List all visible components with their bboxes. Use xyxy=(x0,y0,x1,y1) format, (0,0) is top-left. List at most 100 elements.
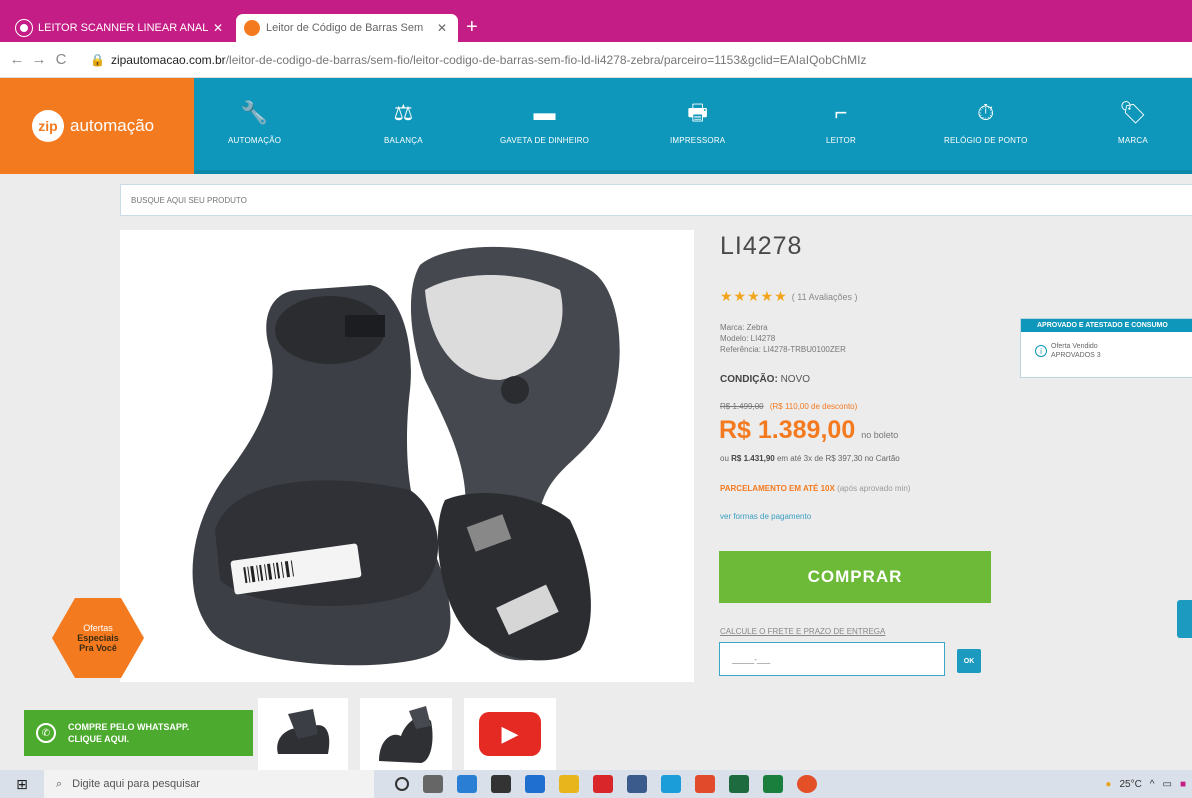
temperature[interactable]: 25°C xyxy=(1119,779,1141,790)
product-reference: Referência: LI4278-TRBU0100ZER xyxy=(720,345,846,354)
app-icon[interactable] xyxy=(695,775,715,793)
seller-box-body: i Oferta Vendido APROVADOS 3 xyxy=(1021,332,1192,360)
youtube-play-icon: ▶ xyxy=(479,712,541,756)
nav-label: RELÓGIO DE PONTO xyxy=(944,136,1028,145)
nav-label: GAVETA DE DINHEIRO xyxy=(500,136,590,145)
tab-favicon-icon xyxy=(244,20,260,36)
badge-line-1: Ofertas xyxy=(83,623,113,633)
chrome-icon[interactable] xyxy=(797,775,817,793)
old-price: R$ 1.499,00 (R$ 110,00 de desconto) xyxy=(720,402,857,411)
product-meta: Marca: Zebra Modelo: LI4278 Referência: … xyxy=(720,322,846,355)
nav-label: LEITOR xyxy=(826,136,856,145)
badge-line-2: Especiais xyxy=(77,633,119,643)
windows-start-icon[interactable]: ⊞ xyxy=(0,776,44,793)
os-taskbar: ⊞ ⌕ Digite aqui para pesquisar ● 25°C ^ … xyxy=(0,770,1192,798)
edge-icon[interactable] xyxy=(661,775,681,793)
price-note: no boleto xyxy=(861,430,899,440)
product-title: LI4278 xyxy=(720,232,803,260)
alt-price-detail: em até 3x de R$ 397,30 no Cartão xyxy=(776,454,900,463)
tab-title: LEITOR SCANNER LINEAR ANAL xyxy=(38,22,209,34)
condition-value: NOVO xyxy=(780,374,811,385)
discount-text: (R$ 110,00 de desconto) xyxy=(769,402,858,411)
url-domain: zipautomacao.com.br xyxy=(110,52,226,67)
cortana-icon[interactable] xyxy=(395,777,409,791)
calculate-freight-button[interactable]: OK xyxy=(957,649,981,673)
badge-line-3: Pra Você xyxy=(79,643,117,653)
file-explorer-icon[interactable] xyxy=(559,775,579,793)
seller-info-box: APROVADO E ATESTADO E CONSUMO i Oferta V… xyxy=(1020,318,1192,378)
side-floating-tab[interactable] xyxy=(1177,600,1192,638)
app-icon[interactable] xyxy=(627,775,647,793)
taskbar-search[interactable]: ⌕ Digite aqui para pesquisar xyxy=(44,770,374,798)
scale-icon: ⚖ xyxy=(393,100,414,125)
nav-label: MARCA xyxy=(1118,136,1148,145)
printer-icon: 🖶 xyxy=(687,100,709,125)
product-image[interactable] xyxy=(120,230,694,682)
nav-item-balanca[interactable]: ⚖ BALANÇA xyxy=(384,100,423,156)
wrench-icon: 🔧 xyxy=(240,100,269,125)
taskbar-search-placeholder: Digite aqui para pesquisar xyxy=(72,778,200,790)
nav-item-leitor[interactable]: ⌐ LEITOR xyxy=(826,100,856,156)
whatsapp-line-2: CLIQUE AQUI. xyxy=(68,734,130,744)
browser-tab-scanner[interactable]: LEITOR SCANNER LINEAR ANAL ✕ xyxy=(8,14,234,42)
nav-item-relogio[interactable]: ⏱ RELÓGIO DE PONTO xyxy=(944,100,1028,156)
buy-button[interactable]: COMPRAR xyxy=(719,551,991,603)
excel-icon[interactable] xyxy=(729,775,749,793)
alt-price-value: R$ 1.431,90 xyxy=(731,454,775,463)
calendar-app-icon[interactable] xyxy=(457,775,477,793)
installments-rest: (após aprovado min) xyxy=(837,484,911,493)
task-view-icon[interactable] xyxy=(423,775,443,793)
excel-icon[interactable] xyxy=(763,775,783,793)
thumbnail-scanner-image xyxy=(277,709,330,754)
old-price-value: R$ 1.499,00 xyxy=(720,402,764,411)
current-price: R$ 1.389,00 no boleto xyxy=(719,416,898,445)
back-arrow-icon[interactable]: ← xyxy=(6,51,28,68)
notification-icon[interactable]: ■ xyxy=(1180,779,1186,790)
browser-tab-bar: LEITOR SCANNER LINEAR ANAL ✕ Leitor de C… xyxy=(0,0,1192,42)
thumbnail-scanner-image xyxy=(379,706,433,763)
mail-icon[interactable] xyxy=(525,775,545,793)
payment-methods-link[interactable]: ver formas de pagamento xyxy=(720,512,811,521)
product-thumbnail-2[interactable] xyxy=(360,698,452,770)
seller-text: Oferta Vendido APROVADOS 3 xyxy=(1051,342,1101,360)
info-icon: i xyxy=(1035,345,1047,357)
network-icon[interactable]: ▭ xyxy=(1163,779,1172,790)
whatsapp-icon: ✆ xyxy=(36,723,56,743)
taskbar-apps xyxy=(388,775,824,793)
search-bar xyxy=(120,184,1192,216)
nav-item-automacao[interactable]: 🔧 AUTOMAÇÃO xyxy=(228,100,281,156)
nav-label: AUTOMAÇÃO xyxy=(228,136,282,145)
pdf-reader-icon[interactable] xyxy=(593,775,613,793)
url-field[interactable]: zipautomacao.com.br/leitor-de-codigo-de-… xyxy=(111,53,1192,67)
product-rating[interactable]: ★★★★★ ( 11 Avaliações ) xyxy=(720,288,857,305)
store-icon[interactable] xyxy=(491,775,511,793)
whatsapp-button[interactable]: ✆ COMPRE PELO WHATSAPP. CLIQUE AQUI. xyxy=(24,710,253,756)
new-tab-button[interactable]: + xyxy=(466,16,478,38)
installments-info: PARCELAMENTO EM ATÉ 10X (após aprovado m… xyxy=(720,484,910,493)
nav-item-impressora[interactable]: 🖶 IMPRESSORA xyxy=(670,100,725,156)
product-thumbnail-1[interactable] xyxy=(258,698,348,770)
tray-chevron-icon[interactable]: ^ xyxy=(1150,779,1155,790)
brand-icon: 🏷 xyxy=(1118,100,1147,125)
tab-close-icon[interactable]: ✕ xyxy=(210,21,226,35)
cep-input[interactable] xyxy=(719,642,945,676)
search-input[interactable] xyxy=(131,195,1192,205)
url-path: /leitor-de-codigo-de-barras/sem-fio/leit… xyxy=(225,52,867,67)
alternative-price: ou R$ 1.431,90 em até 3x de R$ 397,30 no… xyxy=(720,454,900,463)
product-video-thumbnail[interactable]: ▶ xyxy=(464,698,556,770)
seller-box-header: APROVADO E ATESTADO E CONSUMO xyxy=(1021,319,1192,332)
browser-tab-leitor[interactable]: Leitor de Código de Barras Sem ✕ xyxy=(236,14,458,42)
reload-icon[interactable]: C xyxy=(50,51,72,68)
nav-item-gaveta[interactable]: ▬ GAVETA DE DINHEIRO xyxy=(500,100,589,156)
time-clock-icon: ⏱ xyxy=(977,100,995,125)
lock-icon[interactable]: 🔒 xyxy=(90,53,105,67)
logo-mark: zip xyxy=(32,110,64,142)
cash-drawer-icon: ▬ xyxy=(533,100,556,125)
forward-arrow-icon[interactable]: → xyxy=(28,51,50,68)
price-value: R$ 1.389,00 xyxy=(719,416,856,444)
tab-close-icon[interactable]: ✕ xyxy=(434,21,450,35)
weather-icon[interactable]: ● xyxy=(1105,779,1111,790)
site-logo[interactable]: zip automação xyxy=(0,78,194,174)
nav-item-marca[interactable]: 🏷 MARCA xyxy=(1118,100,1148,156)
seller-line-1: Oferta Vendido xyxy=(1051,343,1098,350)
